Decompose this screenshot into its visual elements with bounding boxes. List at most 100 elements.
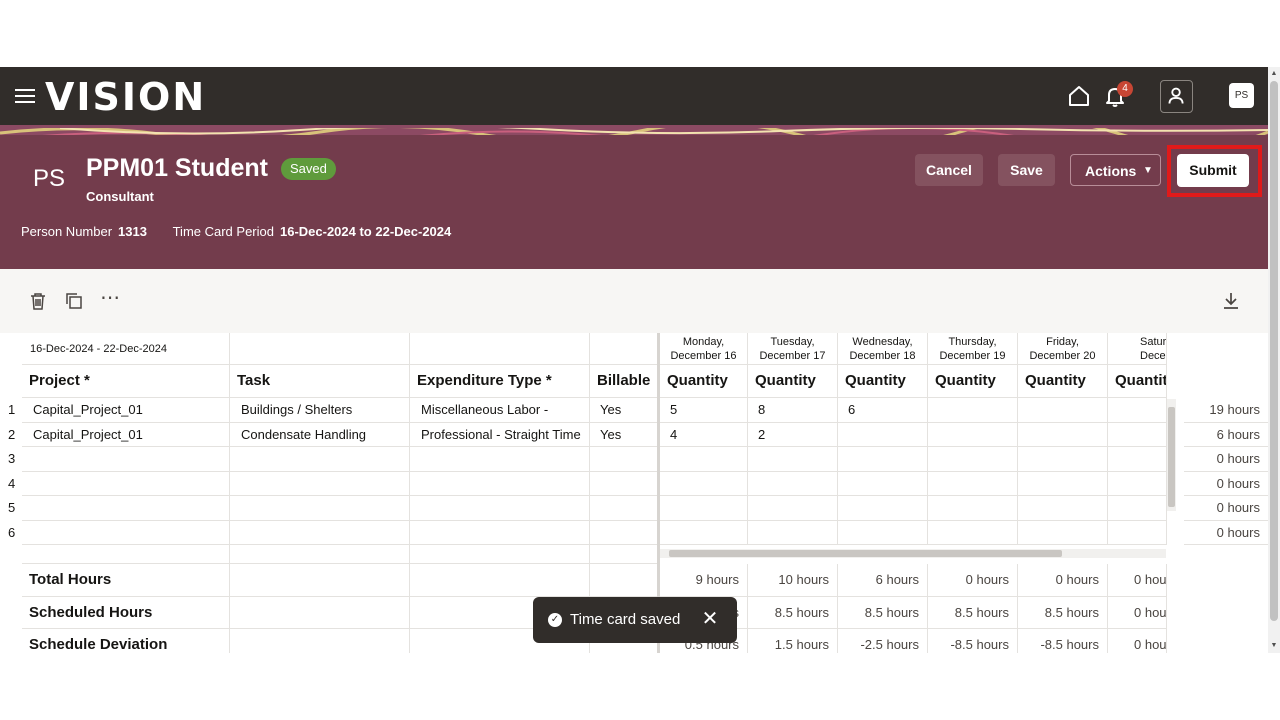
actions-menu-button[interactable]: Actions ▼ bbox=[1070, 154, 1161, 186]
vision-logo[interactable]: VISION bbox=[45, 75, 206, 119]
column-header-project[interactable]: Project * bbox=[22, 365, 230, 398]
footer-value: 1.5 hours bbox=[748, 629, 838, 653]
quantity-cell[interactable] bbox=[1018, 447, 1108, 472]
task-cell[interactable] bbox=[230, 471, 410, 496]
scroll-down-icon[interactable]: ▼ bbox=[1270, 642, 1278, 650]
billable-cell[interactable] bbox=[590, 471, 658, 496]
task-cell[interactable] bbox=[230, 520, 410, 545]
close-icon[interactable]: ✕ bbox=[698, 607, 722, 631]
quantity-cell[interactable] bbox=[838, 471, 928, 496]
quantity-cell[interactable] bbox=[928, 520, 1018, 545]
column-header-quantity[interactable]: Quantity bbox=[1018, 365, 1108, 398]
quantity-cell[interactable] bbox=[748, 447, 838, 472]
billable-cell[interactable]: Yes bbox=[590, 398, 658, 423]
project-cell[interactable] bbox=[22, 447, 230, 472]
top-nav-bar: VISION 4 PS bbox=[0, 67, 1268, 125]
expenditure-type-cell[interactable] bbox=[410, 471, 590, 496]
download-icon[interactable] bbox=[1221, 291, 1241, 311]
column-header-quantity[interactable]: Quantity bbox=[660, 365, 748, 398]
grid-horizontal-scrollbar[interactable] bbox=[660, 549, 1166, 558]
column-header-expenditure-type[interactable]: Expenditure Type * bbox=[410, 365, 590, 398]
quantity-cell[interactable] bbox=[838, 520, 928, 545]
column-header-billable[interactable]: Billable bbox=[590, 365, 658, 398]
expenditure-type-cell[interactable]: Miscellaneous Labor - bbox=[410, 398, 590, 423]
task-cell[interactable] bbox=[230, 496, 410, 521]
day-date: December 21 bbox=[1140, 350, 1166, 362]
copy-icon[interactable] bbox=[64, 291, 84, 311]
task-cell[interactable]: Condensate Handling bbox=[230, 422, 410, 447]
quantity-cell[interactable] bbox=[928, 471, 1018, 496]
quantity-cell[interactable] bbox=[1108, 520, 1167, 545]
hamburger-icon[interactable] bbox=[15, 89, 35, 103]
expenditure-type-cell[interactable] bbox=[410, 447, 590, 472]
task-cell[interactable]: Buildings / Shelters bbox=[230, 398, 410, 423]
quantity-cell[interactable]: 6 bbox=[838, 398, 928, 423]
column-header-quantity[interactable]: Quantity bbox=[928, 365, 1018, 398]
quantity-cell[interactable] bbox=[838, 496, 928, 521]
quantity-cell[interactable] bbox=[838, 422, 928, 447]
quantity-cell[interactable] bbox=[928, 422, 1018, 447]
quantity-cell[interactable] bbox=[660, 520, 748, 545]
trash-icon[interactable] bbox=[28, 291, 48, 311]
project-cell[interactable]: Capital_Project_01 bbox=[22, 422, 230, 447]
day-header-tuesday: Tuesday, December 17 bbox=[748, 333, 838, 365]
toast-notification: ✓ Time card saved ✕ bbox=[533, 597, 737, 643]
submit-button[interactable]: Submit bbox=[1177, 154, 1249, 187]
save-button[interactable]: Save bbox=[998, 154, 1055, 186]
quantity-cell[interactable] bbox=[1108, 496, 1167, 521]
quantity-cell[interactable] bbox=[1018, 496, 1108, 521]
expenditure-type-cell[interactable] bbox=[410, 496, 590, 521]
expenditure-type-cell[interactable] bbox=[410, 520, 590, 545]
avatar[interactable]: PS bbox=[1229, 83, 1254, 108]
quantity-cell[interactable] bbox=[660, 471, 748, 496]
quantity-cell[interactable] bbox=[928, 447, 1018, 472]
quantity-cell[interactable]: 5 bbox=[660, 398, 748, 423]
quantity-cell[interactable]: 4 bbox=[660, 422, 748, 447]
billable-cell[interactable]: Yes bbox=[590, 422, 658, 447]
quantity-cell[interactable] bbox=[1108, 447, 1167, 472]
scroll-up-icon[interactable]: ▲ bbox=[1270, 70, 1278, 78]
column-header-quantity[interactable]: Quantity bbox=[838, 365, 928, 398]
quantity-cell[interactable] bbox=[1018, 471, 1108, 496]
user-menu-button[interactable] bbox=[1160, 80, 1193, 113]
grid-toolbar: ⋯ bbox=[0, 269, 1268, 333]
ellipsis-icon[interactable]: ⋯ bbox=[100, 288, 120, 311]
scrollbar-thumb[interactable] bbox=[1270, 81, 1278, 621]
quantity-cell[interactable] bbox=[838, 447, 928, 472]
quantity-cell[interactable]: 2 bbox=[748, 422, 838, 447]
scrollbar-thumb[interactable] bbox=[669, 550, 1062, 557]
page-scrollbar[interactable]: ▲ ▼ bbox=[1268, 67, 1280, 653]
quantity-cell[interactable] bbox=[660, 447, 748, 472]
quantity-cell[interactable] bbox=[1108, 422, 1167, 447]
quantity-cell[interactable] bbox=[660, 496, 748, 521]
quantity-cell[interactable] bbox=[1108, 398, 1167, 423]
billable-cell[interactable] bbox=[590, 447, 658, 472]
quantity-cell[interactable] bbox=[748, 471, 838, 496]
cancel-button[interactable]: Cancel bbox=[915, 154, 983, 186]
project-cell[interactable] bbox=[22, 496, 230, 521]
grid-vertical-scrollbar[interactable] bbox=[1167, 399, 1176, 511]
quantity-cell[interactable] bbox=[1018, 422, 1108, 447]
column-header-task[interactable]: Task bbox=[230, 365, 410, 398]
person-number-label: Person Number bbox=[21, 224, 113, 239]
quantity-cell[interactable] bbox=[928, 496, 1018, 521]
quantity-cell[interactable] bbox=[1108, 471, 1167, 496]
column-header-quantity[interactable]: Quantity bbox=[1108, 365, 1167, 398]
quantity-cell[interactable] bbox=[1018, 520, 1108, 545]
scrollbar-thumb[interactable] bbox=[1168, 407, 1175, 507]
billable-cell[interactable] bbox=[590, 520, 658, 545]
quantity-cell[interactable] bbox=[748, 520, 838, 545]
quantity-cell[interactable] bbox=[928, 398, 1018, 423]
quantity-cell[interactable] bbox=[1018, 398, 1108, 423]
quantity-cell[interactable]: 8 bbox=[748, 398, 838, 423]
expenditure-type-cell[interactable]: Professional - Straight Time bbox=[410, 422, 590, 447]
project-cell[interactable] bbox=[22, 471, 230, 496]
quantity-cell[interactable] bbox=[748, 496, 838, 521]
home-icon[interactable] bbox=[1066, 83, 1092, 109]
footer-blank-cell bbox=[230, 596, 410, 629]
project-cell[interactable]: Capital_Project_01 bbox=[22, 398, 230, 423]
billable-cell[interactable] bbox=[590, 496, 658, 521]
project-cell[interactable] bbox=[22, 520, 230, 545]
column-header-quantity[interactable]: Quantity bbox=[748, 365, 838, 398]
task-cell[interactable] bbox=[230, 447, 410, 472]
